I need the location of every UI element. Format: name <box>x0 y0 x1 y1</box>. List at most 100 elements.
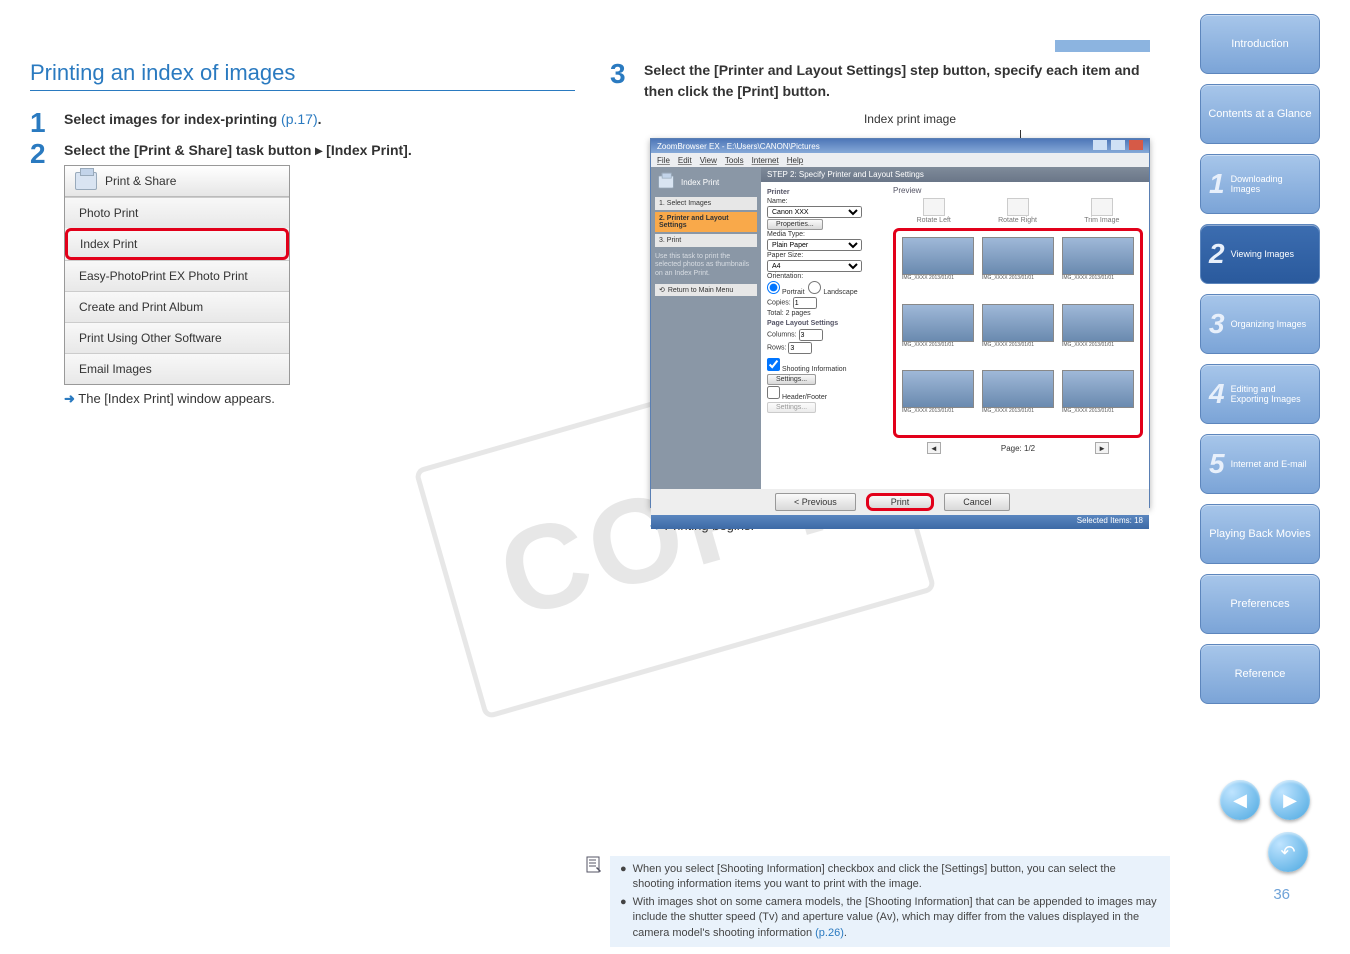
top-accent-bar <box>1055 40 1150 52</box>
note-icon <box>578 856 602 877</box>
media-type-select[interactable]: Plain Paper <box>767 239 862 251</box>
nav-prev-page[interactable]: ◀ <box>1220 780 1260 820</box>
step-2-text: Select the [Print & Share] task button ▸… <box>64 140 575 161</box>
step-3-number: 3 <box>610 60 640 88</box>
copies-input[interactable] <box>793 297 817 309</box>
preview-label: Preview <box>893 186 921 195</box>
preview-thumbnails: IMG_XXXX 2013/01/01 IMG_XXXX 2013/01/01 … <box>893 228 1143 438</box>
thumbnail[interactable]: IMG_XXXX 2013/01/01 <box>902 370 974 429</box>
menu-internet[interactable]: Internet <box>752 156 779 165</box>
close-button[interactable] <box>1129 140 1143 150</box>
total-pages: Total: 2 pages <box>767 310 887 317</box>
note-link[interactable]: (p.26) <box>815 927 844 939</box>
side-step-select-images[interactable]: 1. Select Images <box>655 197 757 210</box>
menu-item-photo-print[interactable]: Photo Print <box>65 197 289 228</box>
nav-num: 3 <box>1209 308 1225 340</box>
nav-playing-movies[interactable]: Playing Back Movies <box>1200 504 1320 564</box>
landscape-radio[interactable] <box>808 281 821 294</box>
tool-rotate-right[interactable]: Rotate Right <box>998 198 1037 224</box>
paper-size-select[interactable]: A4 <box>767 260 862 272</box>
shooting-settings-button[interactable]: Settings... <box>767 374 816 385</box>
thumbnail[interactable]: IMG_XXXX 2013/01/01 <box>902 237 974 296</box>
step-1-text-main: Select images for index-printing <box>64 111 281 127</box>
thumbnail[interactable]: IMG_XXXX 2013/01/01 <box>1062 370 1134 429</box>
menu-item-easy-photoprint[interactable]: Easy-PhotoPrint EX Photo Print <box>65 260 289 291</box>
properties-button[interactable]: Properties... <box>767 219 823 230</box>
menu-item-create-album[interactable]: Create and Print Album <box>65 291 289 322</box>
thumbnail[interactable]: IMG_XXXX 2013/01/01 <box>982 370 1054 429</box>
thumbnail[interactable]: IMG_XXXX 2013/01/01 <box>902 304 974 363</box>
menubar: File Edit View Tools Internet Help <box>651 153 1149 167</box>
nav-label: Editing and Exporting Images <box>1231 384 1313 405</box>
nav-reference[interactable]: Reference <box>1200 644 1320 704</box>
previous-button[interactable]: < Previous <box>775 493 856 511</box>
thumbnail[interactable]: IMG_XXXX 2013/01/01 <box>1062 237 1134 296</box>
nav-return[interactable]: ↶ <box>1268 832 1308 872</box>
nav-num: 4 <box>1209 378 1225 410</box>
menu-help[interactable]: Help <box>787 156 803 165</box>
rows-label: Rows: <box>767 345 786 352</box>
step-1-link[interactable]: (p.17) <box>281 111 318 127</box>
paper-size-label: Paper Size: <box>767 252 887 259</box>
nav-label: Playing Back Movies <box>1209 528 1311 541</box>
bullet-icon: ● <box>620 862 627 893</box>
maximize-button[interactable] <box>1111 140 1125 150</box>
nav-label: Viewing Images <box>1231 249 1294 259</box>
copies-label: Copies: <box>767 300 791 307</box>
rotate-left-icon <box>923 198 945 216</box>
shooting-info-checkbox[interactable] <box>767 358 780 371</box>
menu-item-print-other[interactable]: Print Using Other Software <box>65 322 289 353</box>
menu-file[interactable]: File <box>657 156 670 165</box>
headerfooter-checkbox[interactable] <box>767 386 780 399</box>
headerfooter-settings-button: Settings... <box>767 402 816 413</box>
side-nav: Introduction Contents at a Glance 1Downl… <box>1200 14 1320 714</box>
step-1-text: Select images for index-printing (p.17). <box>64 109 575 130</box>
printer-name-select[interactable]: Canon XXX <box>767 206 862 218</box>
step-1-number: 1 <box>30 109 60 137</box>
thumbnail[interactable]: IMG_XXXX 2013/01/01 <box>1062 304 1134 363</box>
nav-chapter-4[interactable]: 4 Editing and Exporting Images <box>1200 364 1320 424</box>
side-step-printer-layout[interactable]: 2. Printer and Layout Settings <box>655 212 757 232</box>
tool-trim[interactable]: Trim Image <box>1084 198 1119 224</box>
menu-edit[interactable]: Edit <box>678 156 692 165</box>
print-share-header: Print & Share <box>65 166 289 197</box>
columns-input[interactable] <box>799 329 823 341</box>
side-tip: Use this task to print the selected phot… <box>655 253 757 278</box>
nav-num: 1 <box>1209 168 1225 200</box>
minimize-button[interactable] <box>1093 140 1107 150</box>
nav-chapter-3[interactable]: 3Organizing Images <box>1200 294 1320 354</box>
nav-num: 2 <box>1209 238 1225 270</box>
menu-item-index-print[interactable]: Index Print <box>65 228 289 260</box>
thumbnail[interactable]: IMG_XXXX 2013/01/01 <box>982 237 1054 296</box>
nav-next-page[interactable]: ▶ <box>1270 780 1310 820</box>
nav-label: Internet and E-mail <box>1231 459 1307 469</box>
portrait-radio[interactable] <box>767 281 780 294</box>
side-step-print[interactable]: 3. Print <box>655 234 757 247</box>
tool-rotate-left[interactable]: Rotate Left <box>917 198 951 224</box>
thumbnail[interactable]: IMG_XXXX 2013/01/01 <box>982 304 1054 363</box>
rows-input[interactable] <box>788 342 812 354</box>
nav-introduction[interactable]: Introduction <box>1200 14 1320 74</box>
status-bar: Selected Items: 18 <box>651 515 1149 529</box>
page-next-button[interactable]: ► <box>1095 442 1109 454</box>
page-indicator: Page: 1/2 <box>1001 444 1035 453</box>
return-main-menu[interactable]: ⟲ Return to Main Menu <box>655 284 757 296</box>
dialog-footer: < Previous Print Cancel <box>651 489 1149 515</box>
menu-tools[interactable]: Tools <box>725 156 744 165</box>
nav-contents[interactable]: Contents at a Glance <box>1200 84 1320 144</box>
nav-preferences[interactable]: Preferences <box>1200 574 1320 634</box>
nav-chapter-1[interactable]: 1Downloading Images <box>1200 154 1320 214</box>
nav-chapter-2[interactable]: 2 Viewing Images <box>1200 224 1320 284</box>
title-rule <box>30 90 575 91</box>
media-type-label: Media Type: <box>767 231 887 238</box>
window-title: ZoomBrowser EX - E:\Users\CANON\Pictures <box>657 142 820 151</box>
page-number: 36 <box>1273 886 1290 903</box>
page-prev-button[interactable]: ◄ <box>927 442 941 454</box>
menu-view[interactable]: View <box>700 156 717 165</box>
print-button[interactable]: Print <box>866 493 935 511</box>
step-3-text: Select the [Printer and Layout Settings]… <box>644 60 1170 102</box>
cancel-button[interactable]: Cancel <box>944 493 1010 511</box>
menu-item-email-images[interactable]: Email Images <box>65 353 289 384</box>
nav-label: Contents at a Glance <box>1208 108 1311 121</box>
nav-chapter-5[interactable]: 5Internet and E-mail <box>1200 434 1320 494</box>
